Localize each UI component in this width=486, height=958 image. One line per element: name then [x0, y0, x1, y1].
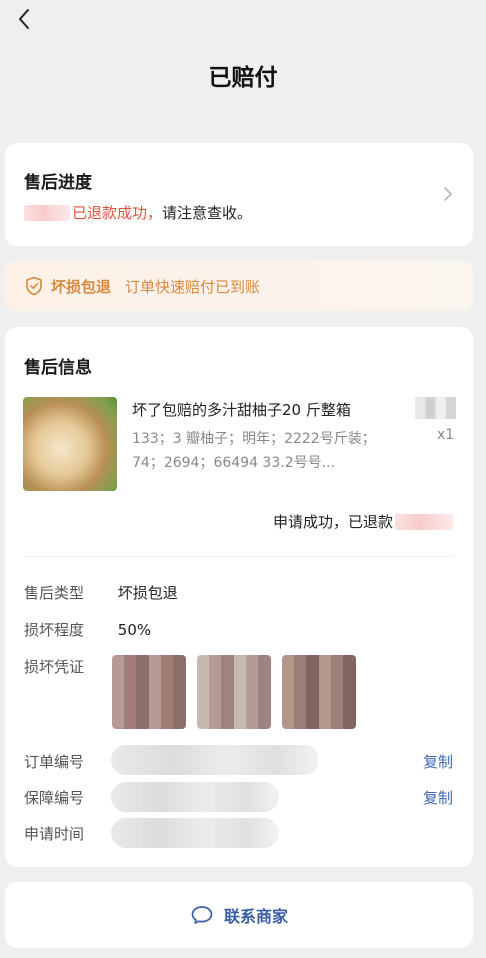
type-label: 售后类型 — [24, 584, 85, 602]
guarantee-message: 订单快速赔付已到账 — [125, 277, 261, 296]
proof-image[interactable] — [197, 655, 271, 729]
check-notice-text: 请注意查收。 — [162, 204, 253, 222]
proof-images — [112, 655, 374, 729]
proof-image[interactable] — [112, 655, 186, 729]
time-row: 申请时间 — [24, 823, 113, 844]
progress-status: 已退款成功， 请注意查收。 — [24, 202, 252, 223]
degree-value: 50% — [117, 621, 152, 639]
progress-heading: 售后进度 — [24, 173, 92, 193]
type-row: 售后类型 坏损包退 — [24, 582, 178, 603]
back-button[interactable] — [12, 6, 36, 32]
order-row: 订单编号 — [24, 751, 113, 772]
proof-row: 损坏凭证 — [24, 656, 113, 677]
chevron-right-icon — [444, 187, 452, 201]
guarantee-banner: 坏损包退 订单快速赔付已到账 — [5, 261, 473, 311]
redacted-order-number — [111, 745, 319, 775]
guarantee-tag: 坏损包退 — [51, 277, 112, 296]
divider — [24, 556, 454, 557]
order-label: 订单编号 — [24, 753, 85, 771]
type-value: 坏损包退 — [117, 584, 178, 602]
product-quantity: x1 — [437, 427, 455, 443]
product-spec: 133；3 瓣柚子；明年；2222号斤装；74；2694；66494 33.2号… — [132, 431, 376, 471]
redacted-apply-time — [111, 818, 279, 848]
proof-label: 损坏凭证 — [24, 658, 85, 676]
proof-image[interactable] — [282, 655, 356, 729]
refund-status: 申请成功，已退款 — [273, 511, 455, 532]
degree-row: 损坏程度 50% — [24, 619, 151, 640]
after-sale-info-card: 售后信息 坏了包赔的多汁甜柚子20 斤整箱 133；3 瓣柚子；明年；2222号… — [5, 327, 473, 867]
contact-merchant-label: 联系商家 — [223, 907, 288, 926]
guarantee-row: 保障编号 — [24, 787, 113, 808]
contact-merchant-button[interactable]: 联系商家 — [5, 882, 473, 948]
redacted-price — [415, 397, 456, 419]
degree-label: 损坏程度 — [24, 621, 85, 639]
refund-status-text: 申请成功，已退款 — [272, 513, 393, 531]
copy-guarantee-button[interactable]: 复制 — [423, 787, 453, 808]
product-name: 坏了包赔的多汁甜柚子20 斤整箱 — [132, 401, 351, 419]
chevron-left-icon — [19, 9, 29, 29]
shield-check-icon — [26, 276, 42, 296]
product-image[interactable] — [23, 397, 117, 491]
time-label: 申请时间 — [24, 825, 85, 843]
guarantee-label: 保障编号 — [24, 789, 85, 807]
chat-bubble-icon — [191, 906, 213, 924]
page: 已赔付 售后进度 已退款成功， 请注意查收。 坏损包退 订单快速赔付已到账 售后… — [0, 0, 486, 958]
refund-success-text: 已退款成功， — [72, 204, 163, 222]
page-title: 已赔付 — [208, 65, 278, 91]
info-heading: 售后信息 — [24, 358, 92, 378]
redacted-guarantee-number — [111, 782, 279, 812]
redacted-refund-amount — [395, 513, 453, 530]
progress-card[interactable]: 售后进度 已退款成功， 请注意查收。 — [5, 143, 473, 246]
copy-order-button[interactable]: 复制 — [423, 751, 453, 772]
redacted-amount — [24, 204, 70, 221]
